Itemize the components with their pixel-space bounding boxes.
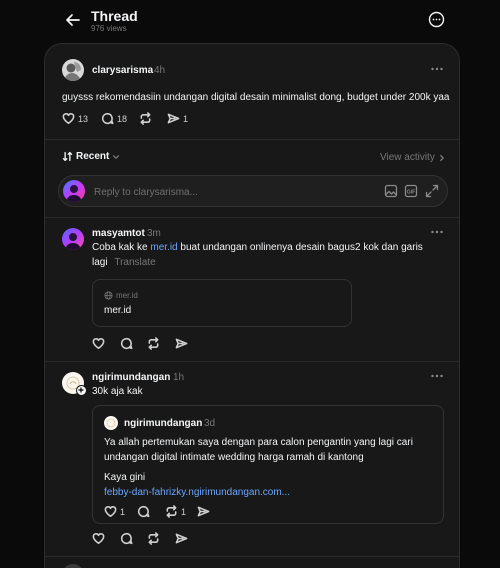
thread-card: clarysarisma 4h guysss rekomendasiin und… — [44, 43, 460, 568]
comment-share-button[interactable] — [175, 532, 188, 545]
comment-author-avatar[interactable] — [62, 228, 84, 250]
link-preview-card[interactable]: mer.id mer.id — [92, 279, 352, 327]
divider — [45, 556, 459, 557]
reply-input[interactable] — [94, 184, 364, 200]
comment-timestamp: 1h — [173, 372, 185, 383]
view-count: 976 views — [91, 24, 127, 33]
globe-icon — [104, 291, 113, 300]
quoted-repost-button[interactable]: 1 — [165, 505, 186, 518]
repost-icon — [140, 112, 151, 125]
heart-icon — [104, 506, 117, 517]
comment-more-icon[interactable] — [430, 371, 444, 381]
comment-author-username[interactable]: masyamtot — [92, 228, 145, 239]
sort-dropdown[interactable]: Recent — [62, 151, 120, 162]
sort-icon — [62, 151, 73, 162]
chevron-right-icon — [439, 154, 444, 161]
expand-icon[interactable] — [425, 184, 439, 198]
comment-icon — [137, 505, 150, 518]
post-like-button[interactable]: 13 — [62, 112, 88, 125]
heart-icon — [92, 338, 105, 349]
send-icon — [197, 506, 210, 517]
sort-label: Recent — [76, 151, 110, 162]
follow-plus-icon[interactable] — [76, 385, 87, 396]
comment-text: Coba kak ke mer.id buat undangan onlinen… — [92, 240, 432, 255]
comment-link[interactable]: mer.id — [150, 242, 177, 253]
quoted-text-line: undangan digital intimate wedding harga … — [104, 452, 364, 463]
quoted-timestamp: 3d — [204, 418, 216, 429]
link-preview-title: mer.id — [104, 305, 132, 316]
quoted-author-avatar — [104, 416, 118, 430]
comment-reply-button[interactable] — [120, 532, 133, 545]
quoted-repost-count: 1 — [181, 506, 187, 517]
next-comment-avatar[interactable] — [62, 564, 84, 568]
post-author-username[interactable]: clarysarisma — [92, 65, 153, 76]
post-text: guysss rekomendasiin undangan digital de… — [62, 92, 450, 103]
svg-text:GIF: GIF — [407, 189, 415, 195]
comment-icon — [101, 112, 114, 125]
divider — [45, 361, 459, 362]
comment-text: 30k aja kak — [92, 386, 143, 397]
comment-timestamp: 3m — [147, 228, 161, 239]
post-author-avatar[interactable] — [62, 59, 84, 81]
page-title: Thread — [91, 8, 138, 24]
comment-like-button[interactable] — [92, 337, 105, 350]
post-like-count: 13 — [78, 113, 89, 124]
post-more-icon[interactable] — [430, 64, 444, 74]
comment-repost-button[interactable] — [147, 532, 160, 545]
comment-reply-button[interactable] — [120, 337, 133, 350]
comment-repost-button[interactable] — [147, 337, 160, 350]
quoted-text-line: Kaya gini — [104, 472, 146, 483]
comment-text-part: lagi — [92, 257, 108, 268]
image-icon[interactable] — [384, 184, 398, 198]
send-icon — [175, 533, 188, 544]
repost-icon — [166, 505, 177, 518]
quoted-text-line: Ya allah pertemukan saya dengan para cal… — [104, 437, 413, 448]
reply-box: GIF — [58, 175, 448, 207]
post-repost-button[interactable] — [139, 112, 152, 125]
more-options-icon[interactable] — [428, 11, 445, 28]
post-share-count: 1 — [183, 113, 189, 124]
send-icon — [167, 113, 180, 124]
quoted-post-card[interactable]: ngirimundangan 3d Ya allah pertemukan sa… — [92, 405, 444, 524]
comment-text-part: Coba kak ke — [92, 242, 151, 253]
current-user-avatar — [63, 180, 85, 202]
heart-icon — [62, 113, 75, 124]
quoted-author-username[interactable]: ngirimundangan — [124, 418, 202, 429]
comment-like-button[interactable] — [92, 532, 105, 545]
translate-link[interactable]: Translate — [114, 257, 155, 268]
comment-more-icon[interactable] — [430, 227, 444, 237]
quoted-share-button[interactable] — [197, 505, 210, 518]
chevron-down-icon — [113, 154, 120, 159]
send-icon — [175, 338, 188, 349]
link-preview-domain: mer.id — [116, 291, 138, 300]
comment-icon — [120, 337, 133, 350]
comment-text-part: buat undangan onlinenya desain bagus2 ko… — [177, 242, 423, 253]
repost-icon — [148, 532, 159, 545]
comment-text-line2: lagi Translate — [92, 255, 156, 270]
post-timestamp: 4h — [154, 65, 166, 76]
post-reply-count: 18 — [117, 113, 128, 124]
comment-author-username[interactable]: ngirimundangan — [92, 372, 170, 383]
quoted-like-count: 1 — [120, 506, 126, 517]
quoted-like-button[interactable]: 1 — [104, 505, 125, 518]
view-activity-label: View activity — [380, 152, 435, 163]
view-activity-link[interactable]: View activity — [380, 152, 446, 163]
repost-icon — [148, 337, 159, 350]
gif-icon[interactable]: GIF — [404, 184, 418, 198]
divider — [45, 217, 459, 218]
comment-share-button[interactable] — [175, 337, 188, 350]
comment-icon — [120, 532, 133, 545]
quoted-link[interactable]: febby-dan-fahrizky.ngirimundangan.com... — [104, 485, 290, 500]
quoted-reply-button[interactable] — [137, 505, 150, 518]
back-arrow-icon[interactable] — [62, 9, 84, 31]
divider — [45, 139, 459, 140]
heart-icon — [92, 533, 105, 544]
top-bar: Thread 976 views — [0, 0, 500, 44]
post-share-button[interactable]: 1 — [167, 112, 188, 125]
post-reply-button[interactable]: 18 — [101, 112, 127, 125]
